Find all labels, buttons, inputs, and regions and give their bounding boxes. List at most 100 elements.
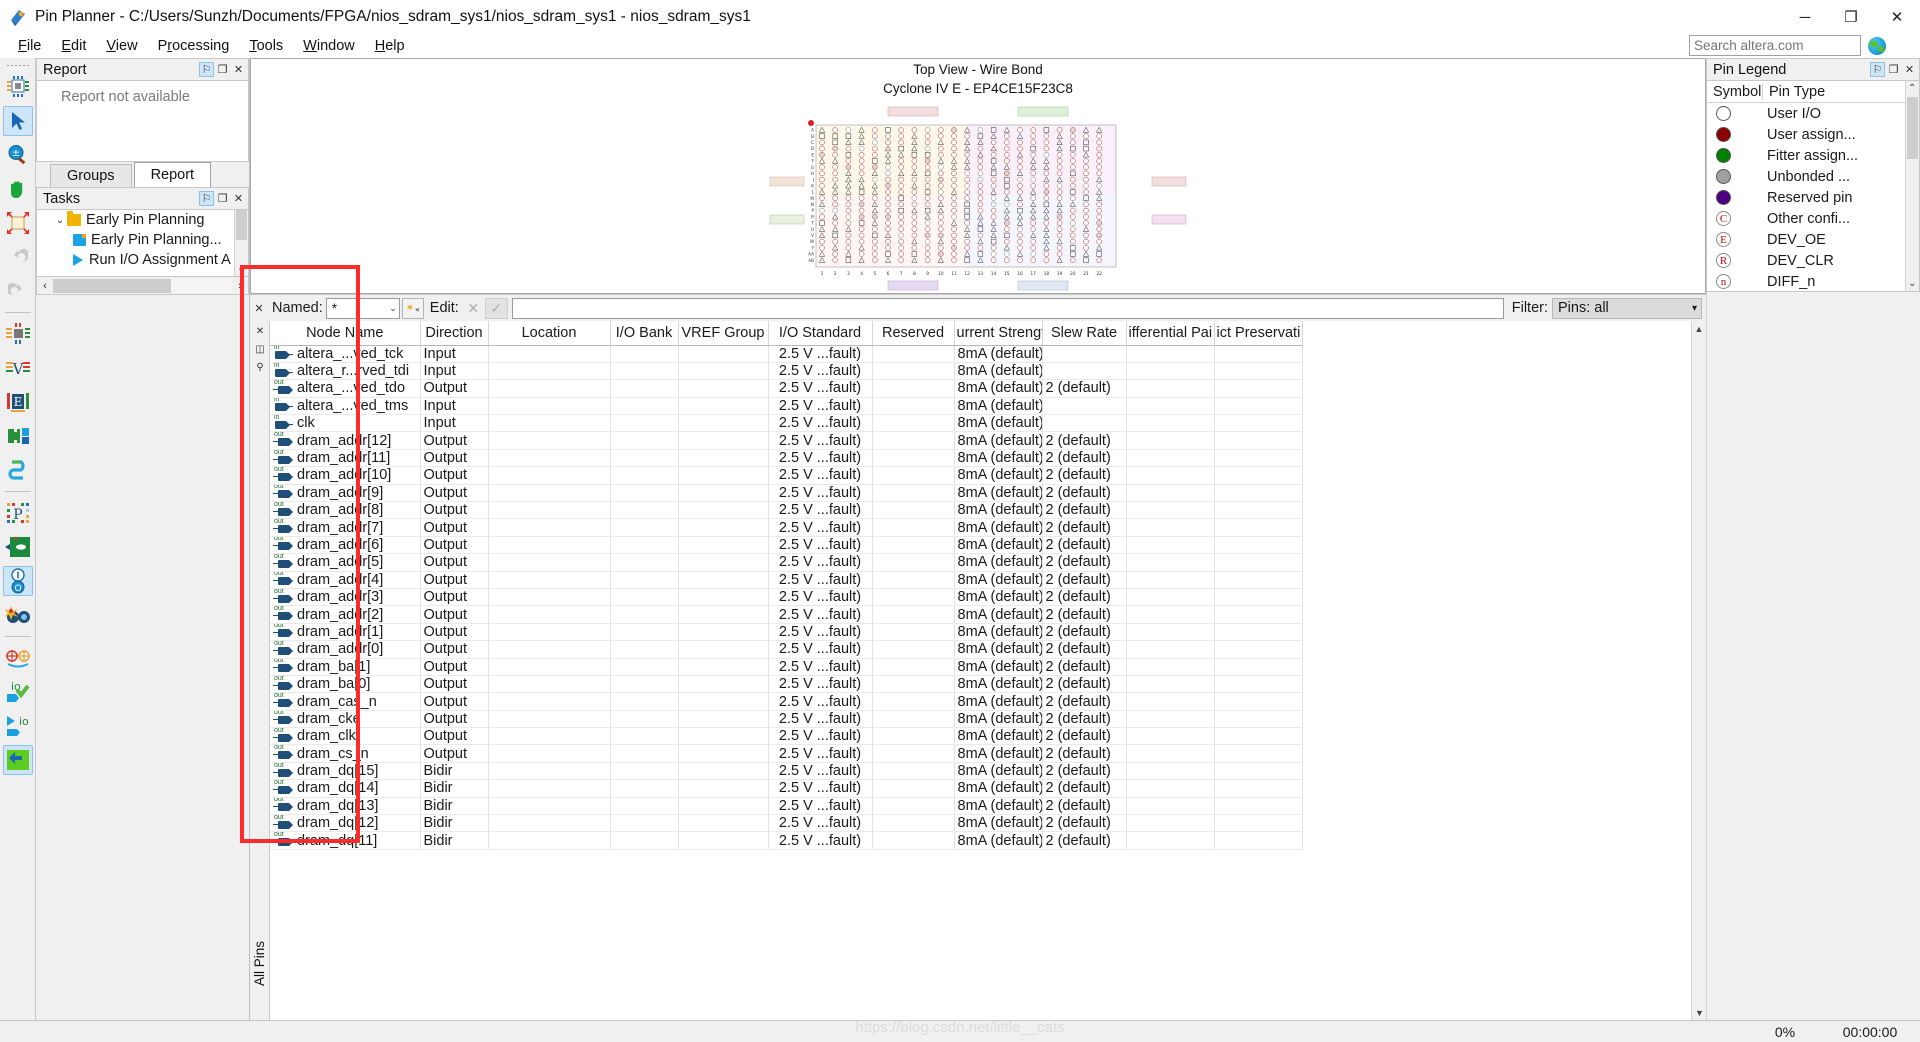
cell-bank[interactable] [610,658,679,676]
column-header-node-name[interactable]: Node Name [270,321,421,346]
cell-node-name[interactable]: out dram_cke [270,710,421,729]
cell-diff[interactable] [1126,345,1215,363]
cell-dir[interactable]: Output [420,658,489,676]
cell-diff[interactable] [1126,605,1215,624]
tasks-vscrollbar[interactable]: ⌄ [234,210,248,276]
table-row[interactable]: out dram_ba[1] Output 2.5 V ...fault) 8mA (d… [270,658,1303,676]
vector-assign-icon[interactable]: V [3,353,33,383]
cell-cur[interactable]: 8mA (default) [954,397,1043,416]
cell-cur[interactable]: 8mA (default) [954,484,1043,503]
cell-strict[interactable] [1214,518,1303,537]
cell-bank[interactable] [610,623,679,642]
scroll-thumb[interactable] [236,210,247,240]
cell-std[interactable]: 2.5 V ...fault) [768,518,873,537]
chevron-down-icon[interactable]: ⌄ [53,215,67,226]
float-icon[interactable]: ❐ [215,62,230,77]
table-row[interactable]: in altera_...ved_tck Input 2.5 V ...fault) 8… [270,345,1303,363]
cell-bank[interactable] [610,571,679,589]
pin-icon[interactable]: ⚲ [252,359,268,375]
cell-vref[interactable] [678,675,769,694]
cell-dir[interactable]: Output [420,710,489,729]
table-row[interactable]: out dram_dq[13] Bidir 2.5 V ...fault) 8mA (d… [270,797,1303,816]
redo-icon[interactable] [3,276,33,306]
cell-slew[interactable]: 2 (default) [1042,466,1127,485]
cell-vref[interactable] [678,640,769,659]
cell-slew[interactable]: 2 (default) [1042,640,1127,659]
cell-cur[interactable]: 8mA (default) [954,710,1043,729]
cell-slew[interactable]: 2 (default) [1042,518,1127,537]
cell-diff[interactable] [1126,362,1215,381]
cell-dir[interactable]: Output [420,623,489,642]
maximize-button[interactable]: ❐ [1828,0,1874,34]
find-icon[interactable] [3,600,33,630]
cell-strict[interactable] [1214,466,1303,485]
cell-slew[interactable] [1042,397,1127,416]
package-graphic[interactable]: 1 2 3 4 5 6 7 8 9 10 11 12 13 14 15 16 17 18 19 20 21 22 ABCD… [768,105,1188,295]
table-row[interactable]: out dram_dq[12] Bidir 2.5 V ...fault) 8mA (d… [270,814,1303,833]
cell-bank[interactable] [610,814,679,833]
cell-vref[interactable] [678,623,769,642]
task-row-early-pin-planning-sub[interactable]: Early Pin Planning... [37,230,248,250]
column-header-differential-pair[interactable]: ifferential Pai [1126,321,1215,346]
cell-vref[interactable] [678,727,769,746]
cell-res[interactable] [872,449,955,468]
pin-legend-row[interactable]: E DEV_OE [1707,229,1919,250]
cell-slew[interactable]: 2 (default) [1042,814,1127,833]
cell-dir[interactable]: Bidir [420,779,489,798]
cell-std[interactable]: 2.5 V ...fault) [768,762,873,781]
cell-loc[interactable] [488,814,611,833]
tab-groups[interactable]: Groups [50,164,132,187]
export-icon[interactable] [2,745,33,775]
cell-vref[interactable] [678,762,769,781]
device-view[interactable]: Top View - Wire Bond Cyclone IV E - EP4C… [250,58,1706,294]
cell-slew[interactable]: 2 (default) [1042,379,1127,398]
cell-vref[interactable] [678,571,769,589]
column-header-strict-preservation[interactable]: ict Preservati [1214,321,1303,346]
undo-icon[interactable] [3,242,33,272]
cell-loc[interactable] [488,397,611,416]
cell-strict[interactable] [1214,762,1303,781]
cell-bank[interactable] [610,744,679,763]
cell-std[interactable]: 2.5 V ...fault) [768,797,873,816]
cell-vref[interactable] [678,814,769,833]
column-header-io-bank[interactable]: I/O Bank [610,321,679,346]
cell-bank[interactable] [610,536,679,555]
cell-std[interactable]: 2.5 V ...fault) [768,727,873,746]
cell-std[interactable]: 2.5 V ...fault) [768,571,873,589]
cell-slew[interactable]: 2 (default) [1042,692,1127,711]
cell-diff[interactable] [1126,727,1215,746]
cell-bank[interactable] [610,605,679,624]
cell-loc[interactable] [488,466,611,485]
cell-strict[interactable] [1214,744,1303,763]
cell-res[interactable] [872,797,955,816]
cell-cur[interactable]: 8mA (default) [954,605,1043,624]
cell-strict[interactable] [1214,501,1303,520]
cell-strict[interactable] [1214,814,1303,833]
cell-bank[interactable] [610,727,679,746]
close-icon[interactable]: ✕ [231,62,246,77]
menu-tools[interactable]: Tools [239,36,293,56]
cell-dir[interactable]: Input [420,414,489,433]
cell-strict[interactable] [1214,379,1303,398]
cell-dir[interactable]: Output [420,431,489,450]
cell-node-name[interactable]: out dram_addr[6] [270,536,421,555]
cell-res[interactable] [872,345,955,363]
cell-strict[interactable] [1214,658,1303,676]
table-row[interactable]: out dram_dq[11] Bidir 2.5 V ...fault) 8mA (d… [270,831,1303,850]
cell-cur[interactable]: 8mA (default) [954,518,1043,537]
cell-cur[interactable]: 8mA (default) [954,536,1043,555]
scroll-thumb[interactable] [1907,97,1918,159]
cell-bank[interactable] [610,379,679,398]
cell-bank[interactable] [610,484,679,503]
scroll-track[interactable] [53,278,232,293]
task-row-early-pin-planning[interactable]: ⌄ Early Pin Planning [37,210,248,230]
cell-vref[interactable] [678,605,769,624]
cell-bank[interactable] [610,675,679,694]
globe-icon[interactable] [1868,36,1886,55]
cell-loc[interactable] [488,797,611,816]
cell-loc[interactable] [488,571,611,589]
cell-std[interactable]: 2.5 V ...fault) [768,623,873,642]
cell-cur[interactable]: 8mA (default) [954,640,1043,659]
column-header-slew-rate[interactable]: Slew Rate [1042,321,1127,346]
cell-diff[interactable] [1126,501,1215,520]
